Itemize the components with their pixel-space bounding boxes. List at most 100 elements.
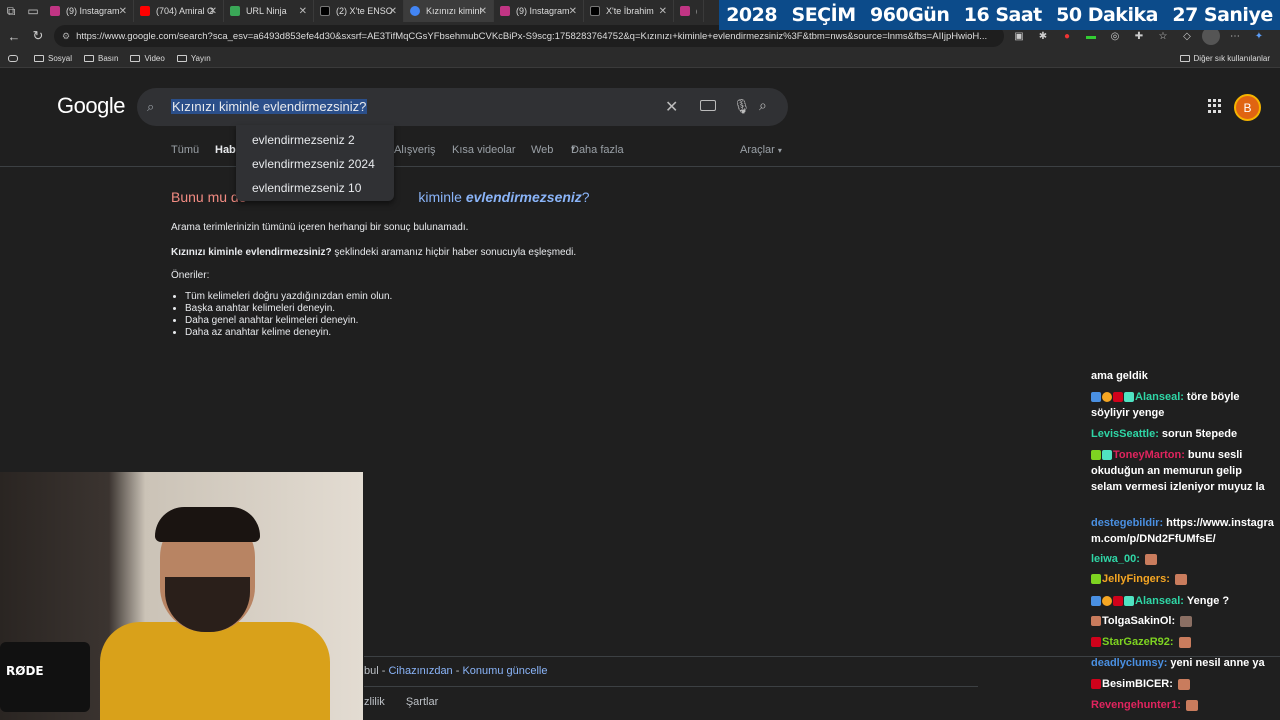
countdown-title: SEÇİM [791,4,857,26]
tab-label: Kızınızı kiminl [426,6,482,16]
bookmark-folder-sosyal[interactable]: Sosyal [34,54,72,63]
gem-badge-icon [1102,450,1112,461]
other-bookmarks[interactable]: Diğer sık kullanılanlar [1179,54,1270,63]
chat-message: BesimBICER: [1091,676,1276,692]
instagram-icon [500,6,510,16]
chat-username[interactable]: leiwa_00: [1091,553,1140,565]
tools-menu[interactable]: Araçlar ▾ [740,144,782,156]
keyboard-icon[interactable] [700,100,716,111]
bookmark-icon[interactable] [8,55,22,62]
browser-tab[interactable]: (9) Instagram ✕ [44,0,134,22]
sub-badge-icon [1091,616,1101,627]
tabs-divider [0,166,1280,167]
chat-username[interactable]: ToneyMarton: [1113,449,1185,461]
autocomplete-item[interactable]: evlendirmezseniz 2024 [252,157,375,171]
footer-links: zlilik Şartlar [364,696,438,708]
close-tab-icon[interactable]: ✕ [299,6,307,17]
chat-username[interactable]: JellyFingers: [1102,573,1170,585]
chat-username[interactable]: Revengehunter1: [1091,699,1181,711]
close-tab-icon[interactable]: ✕ [209,6,217,17]
account-avatar[interactable]: B [1234,94,1261,121]
chat-username[interactable]: StarGazeR92: [1102,636,1174,648]
no-news-rest: şeklindeki aramanız hiçbir haber sonucuy… [331,247,577,258]
tab-label: (704) Amiral G [156,6,214,16]
gem-badge-icon [1124,392,1134,403]
chat-username[interactable]: Alanseal: [1135,391,1184,403]
tab-label: (9) Instagram [516,6,570,16]
mic-icon[interactable]: 🎙 [733,98,751,115]
browser-tab[interactable]: (2) X'te ENSO ✕ [314,0,404,22]
tab-haberler[interactable]: Hab [215,144,236,156]
chat-username[interactable]: Alanseal: [1135,595,1184,607]
browser-tab[interactable]: (9) Instagram ✕ [494,0,584,22]
urlninja-icon [230,6,240,16]
browser-tab[interactable]: (704) Amiral G ✕ [134,0,224,22]
google-logo[interactable]: Google [57,93,125,119]
tab-actions-icon[interactable]: ▭ [22,0,44,22]
streamer-hair [155,507,260,542]
terms-link[interactable]: Şartlar [406,696,438,708]
medal-badge-icon [1102,596,1112,607]
search-input[interactable]: Kızınızı kiminle evlendirmezsiniz? [171,99,368,114]
bookmarks-bar: Sosyal Basın Video Yayın Diğer sık kulla… [0,50,1280,68]
chat-message: LevisSeattle: sorun 5tepede [1091,426,1276,442]
clear-icon[interactable]: ✕ [665,97,678,117]
instagram-icon [50,6,60,16]
autocomplete-item[interactable]: evlendirmezseniz 2 [252,133,355,147]
bookmark-label: Basın [98,54,119,63]
workspaces-icon[interactable]: ⧉ [0,0,22,22]
countdown-seconds: 27 Saniye [1172,4,1273,26]
chat-username[interactable]: destegebildir: [1091,517,1163,529]
tab-kisa-videolar[interactable]: Kısa videolar [452,144,516,156]
sword-badge-icon [1091,596,1101,607]
chat-text: yeni nesil anne ya [1170,657,1265,669]
bookmark-label: Video [144,54,165,63]
location-source-link[interactable]: Cihazınızdan [388,665,452,677]
sub-badge-icon [1091,574,1101,585]
reload-icon[interactable]: ↻ [26,24,50,48]
url-text: https://www.google.com/search?sca_esv=a6… [76,30,988,42]
folder-icon [84,55,95,62]
chat-message: ToneyMarton: bunu sesli okuduğun an memur… [1091,447,1276,495]
tab-alisveris[interactable]: Alışveriş [394,144,436,156]
chat-username[interactable]: TolgaSakinOl: [1102,615,1175,627]
tools-label: Araçlar [740,144,775,156]
privacy-link[interactable]: zlilik [364,696,385,708]
autocomplete-item[interactable]: evlendirmezseniz 10 [252,181,361,195]
list-item: Daha az anahtar kelime deneyin. [185,327,392,339]
chat-username[interactable]: BesimBICER: [1102,678,1173,690]
sub-badge-icon [1091,450,1101,461]
search-submit-icon[interactable]: ⌕ [759,97,767,114]
site-info-icon[interactable]: ⚙ [62,31,70,42]
chat-username[interactable]: deadlyclumsy: [1091,657,1167,669]
emote-icon [1174,573,1187,585]
suggestion-bold: evlendirmezseniz [465,189,582,205]
browser-tab-active[interactable]: Kızınızı kiminl ✕ [404,0,494,22]
back-icon[interactable]: ← [2,24,26,48]
bookmark-folder-video[interactable]: Video [130,54,165,63]
did-you-mean-link[interactable]: kiminle evlendirmezseniz? [418,189,589,205]
suggestions-heading: Öneriler: [171,270,210,281]
close-tab-icon[interactable]: ✕ [119,6,127,17]
tab-web[interactable]: Web [531,144,553,156]
countdown-minutes: 50 Dakika [1056,4,1158,26]
close-tab-icon[interactable]: ✕ [389,6,397,17]
tab-tumu[interactable]: Tümü [171,144,199,156]
update-location-link[interactable]: Konumu güncelle [462,665,547,677]
bookmark-folder-yayin[interactable]: Yayın [176,54,211,63]
close-tab-icon[interactable]: ✕ [659,6,667,17]
search-box[interactable]: ⌕ Kızınızı kiminle evlendirmezsiniz? ✕ 🎙… [137,88,788,126]
chat-username[interactable]: LevisSeattle: [1091,428,1159,440]
apps-grid-icon[interactable] [1208,99,1222,113]
emote-icon [1180,615,1193,627]
close-tab-icon[interactable]: ✕ [479,6,487,17]
election-countdown-banner: 2028 SEÇİM 960Gün 16 Saat 50 Dakika 27 S… [719,0,1280,30]
browser-tab[interactable]: (9) [674,0,704,22]
close-tab-icon[interactable]: ✕ [569,6,577,17]
autocomplete-dropdown: evlendirmezseniz 2 evlendirmezseniz 2024… [236,125,394,201]
browser-tab[interactable]: URL Ninja ✕ [224,0,314,22]
bookmark-folder-basin[interactable]: Basın [84,54,118,63]
folder-icon [1179,55,1190,62]
chat-message: StarGazeR92: [1091,634,1276,650]
browser-tab[interactable]: X'te İbrahim ✕ [584,0,674,22]
